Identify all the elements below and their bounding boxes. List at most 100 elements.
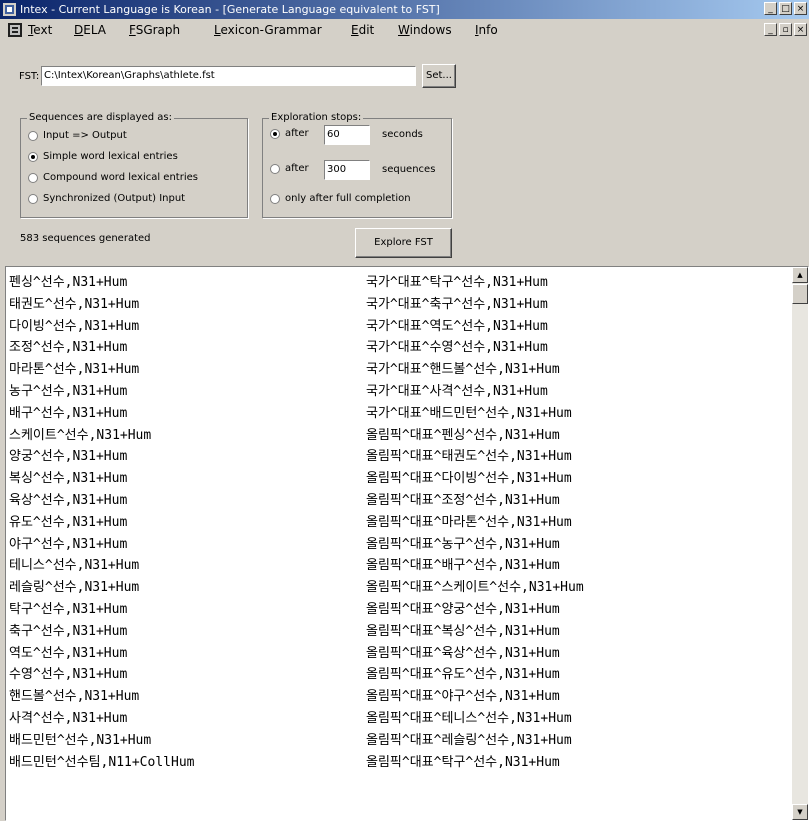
results-column-right: 국가^대표^탁구^선수,N31+Hum 국가^대표^축구^선수,N31+Hum 국가… <box>366 272 584 773</box>
result-row[interactable]: 국가^대표^수영^선수,N31+Hum <box>366 337 584 359</box>
result-row[interactable]: 조정^선수,N31+Hum <box>9 337 194 359</box>
result-row[interactable]: 올림픽^대표^탁구^선수,N31+Hum <box>366 752 584 774</box>
scroll-thumb[interactable] <box>792 284 808 304</box>
menu-edit[interactable]: Edit <box>351 23 374 37</box>
result-row[interactable]: 국가^대표^역도^선수,N31+Hum <box>366 316 584 338</box>
result-row[interactable]: 올림픽^대표^스케이트^선수,N31+Hum <box>366 577 584 599</box>
menu-windows[interactable]: Windows <box>398 23 452 37</box>
result-row[interactable]: 복싱^선수,N31+Hum <box>9 468 194 490</box>
full-completion-label: only after full completion <box>285 193 411 204</box>
result-row[interactable]: 레슬링^선수,N31+Hum <box>9 577 194 599</box>
title-bar[interactable]: Intex - Current Language is Korean - [Ge… <box>0 0 809 19</box>
result-row[interactable]: 배드민턴^선수,N31+Hum <box>9 730 194 752</box>
menu-edit-accel: E <box>351 23 359 37</box>
result-row[interactable]: 올림픽^대표^펜싱^선수,N31+Hum <box>366 425 584 447</box>
result-row[interactable]: 국가^대표^사격^선수,N31+Hum <box>366 381 584 403</box>
vertical-scrollbar[interactable]: ▲ ▼ <box>792 267 808 820</box>
radio-after-seconds[interactable]: after <box>270 128 309 139</box>
result-row[interactable]: 축구^선수,N31+Hum <box>9 621 194 643</box>
menu-edit-label: dit <box>358 23 375 37</box>
result-row[interactable]: 올림픽^대표^조정^선수,N31+Hum <box>366 490 584 512</box>
results-list[interactable]: 펜싱^선수,N31+Hum 태권도^선수,N31+Hum 다이빙^선수,N31+Hu… <box>5 266 809 821</box>
result-row[interactable]: 야구^선수,N31+Hum <box>9 534 194 556</box>
result-row[interactable]: 테니스^선수,N31+Hum <box>9 555 194 577</box>
result-row[interactable]: 올림픽^대표^태권도^선수,N31+Hum <box>366 446 584 468</box>
radio-circle-icon <box>28 193 38 204</box>
minimize-button[interactable]: _ <box>764 2 777 15</box>
mdi-restore-button[interactable]: ▫ <box>779 23 792 36</box>
result-row[interactable]: 올림픽^대표^복싱^선수,N31+Hum <box>366 621 584 643</box>
radio-circle-icon <box>270 193 280 204</box>
seconds-unit-label: seconds <box>382 129 423 140</box>
result-row[interactable]: 올림픽^대표^육상^선수,N31+Hum <box>366 643 584 665</box>
menu-lexicon-grammar[interactable]: Lexicon-Grammar <box>214 23 322 37</box>
radio-circle-icon <box>28 130 38 141</box>
radio-full-completion[interactable]: only after full completion <box>270 193 411 204</box>
result-row[interactable]: 국가^대표^축구^선수,N31+Hum <box>366 294 584 316</box>
app-icon <box>3 3 16 16</box>
result-row[interactable]: 올림픽^대표^마라톤^선수,N31+Hum <box>366 512 584 534</box>
result-row[interactable]: 수영^선수,N31+Hum <box>9 664 194 686</box>
result-row[interactable]: 국가^대표^탁구^선수,N31+Hum <box>366 272 584 294</box>
radio-compound-word[interactable]: Compound word lexical entries <box>28 172 198 183</box>
result-row[interactable]: 육상^선수,N31+Hum <box>9 490 194 512</box>
result-row[interactable]: 올림픽^대표^레슬링^선수,N31+Hum <box>366 730 584 752</box>
result-row[interactable]: 스케이트^선수,N31+Hum <box>9 425 194 447</box>
result-row[interactable]: 올림픽^대표^양궁^선수,N31+Hum <box>366 599 584 621</box>
mdi-minimize-button[interactable]: _ <box>764 23 777 36</box>
result-row[interactable]: 국가^대표^배드민턴^선수,N31+Hum <box>366 403 584 425</box>
menu-windows-accel: W <box>398 23 410 37</box>
menu-dela-accel: D <box>74 23 84 37</box>
explore-fst-button[interactable]: Explore FST <box>355 228 452 258</box>
menu-info[interactable]: Info <box>475 23 498 37</box>
fst-path-input[interactable]: C:\Intex\Korean\Graphs\athlete.fst <box>41 66 416 86</box>
set-button[interactable]: Set... <box>422 64 456 88</box>
sequences-unit-label: sequences <box>382 164 436 175</box>
result-row[interactable]: 양궁^선수,N31+Hum <box>9 446 194 468</box>
radio-synchronized[interactable]: Synchronized (Output) Input <box>28 193 185 204</box>
menu-dela[interactable]: DELA <box>74 23 106 37</box>
window-title: Intex - Current Language is Korean - [Ge… <box>20 3 440 16</box>
result-row[interactable]: 유도^선수,N31+Hum <box>9 512 194 534</box>
result-row[interactable]: 올림픽^대표^테니스^선수,N31+Hum <box>366 708 584 730</box>
result-row[interactable]: 올림픽^대표^배구^선수,N31+Hum <box>366 555 584 577</box>
result-row[interactable]: 태권도^선수,N31+Hum <box>9 294 194 316</box>
radio-circle-icon <box>270 163 280 174</box>
scroll-down-button[interactable]: ▼ <box>792 804 808 820</box>
result-row[interactable]: 배드민턴^선수팀,N11+CollHum <box>9 752 194 774</box>
radio-simple-word[interactable]: Simple word lexical entries <box>28 151 178 162</box>
menu-text-label: ext <box>33 23 53 37</box>
result-row[interactable]: 역도^선수,N31+Hum <box>9 643 194 665</box>
after-sequences-label: after <box>285 163 309 174</box>
close-button[interactable]: × <box>794 2 807 15</box>
result-row[interactable]: 올림픽^대표^다이빙^선수,N31+Hum <box>366 468 584 490</box>
maximize-button[interactable]: □ <box>779 2 792 15</box>
result-row[interactable]: 핸드볼^선수,N31+Hum <box>9 686 194 708</box>
menu-fsgraph[interactable]: FSGraph <box>129 23 180 37</box>
seconds-input[interactable]: 60 <box>324 125 370 145</box>
result-row[interactable]: 다이빙^선수,N31+Hum <box>9 316 194 338</box>
result-row[interactable]: 올림픽^대표^유도^선수,N31+Hum <box>366 664 584 686</box>
exploration-stops-title: Exploration stops: <box>269 112 364 123</box>
document-icon[interactable] <box>8 23 22 37</box>
mdi-close-button[interactable]: × <box>794 23 807 36</box>
result-row[interactable]: 탁구^선수,N31+Hum <box>9 599 194 621</box>
radio-synchronized-label: Synchronized (Output) Input <box>43 193 186 204</box>
scroll-up-button[interactable]: ▲ <box>792 267 808 283</box>
sequences-input[interactable]: 300 <box>324 160 370 180</box>
result-row[interactable]: 마라톤^선수,N31+Hum <box>9 359 194 381</box>
result-row[interactable]: 배구^선수,N31+Hum <box>9 403 194 425</box>
results-column-left: 펜싱^선수,N31+Hum 태권도^선수,N31+Hum 다이빙^선수,N31+Hu… <box>9 272 194 773</box>
result-row[interactable]: 국가^대표^핸드볼^선수,N31+Hum <box>366 359 584 381</box>
radio-after-sequences[interactable]: after <box>270 163 309 174</box>
radio-input-output[interactable]: Input => Output <box>28 130 127 141</box>
result-row[interactable]: 올림픽^대표^농구^선수,N31+Hum <box>366 534 584 556</box>
menu-bar: Text DELA FSGraph Lexicon-Grammar Edit W… <box>0 19 809 41</box>
result-row[interactable]: 농구^선수,N31+Hum <box>9 381 194 403</box>
menu-text[interactable]: Text <box>28 23 52 37</box>
result-row[interactable]: 사격^선수,N31+Hum <box>9 708 194 730</box>
result-row[interactable]: 올림픽^대표^야구^선수,N31+Hum <box>366 686 584 708</box>
menu-fsgraph-label: SGraph <box>135 23 181 37</box>
radio-circle-icon <box>28 172 38 183</box>
result-row[interactable]: 펜싱^선수,N31+Hum <box>9 272 194 294</box>
